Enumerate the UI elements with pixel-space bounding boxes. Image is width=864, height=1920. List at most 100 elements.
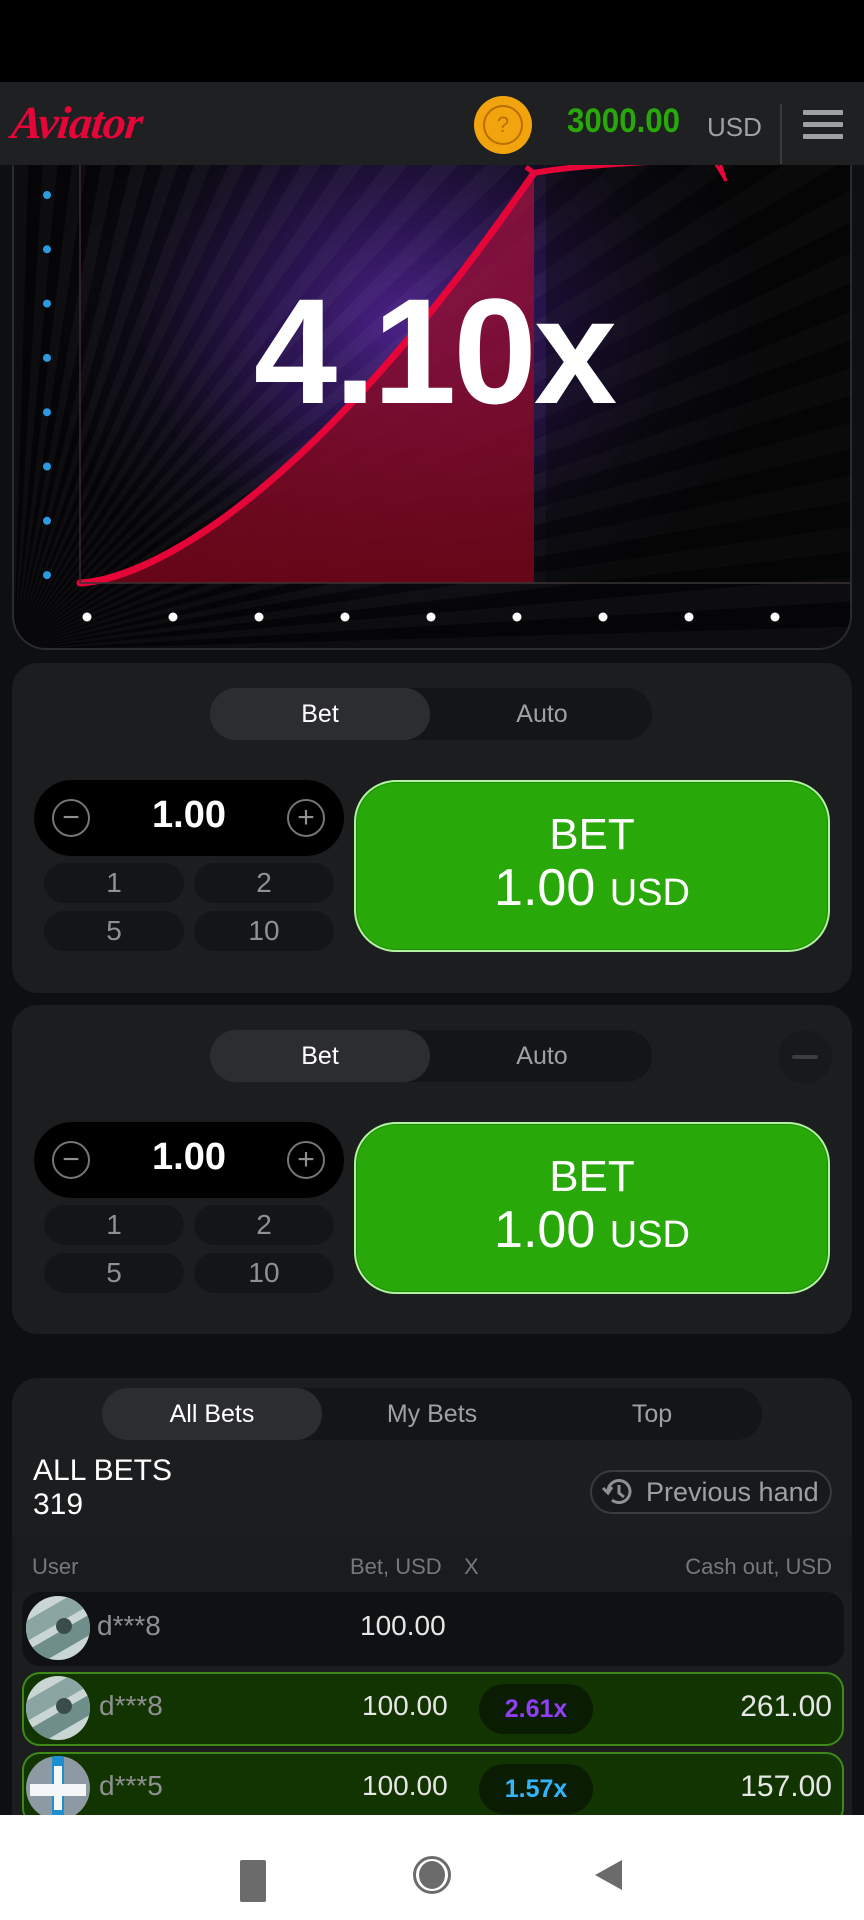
bets-tabs: All Bets My Bets Top	[102, 1388, 762, 1440]
game-area: 4.10x	[0, 165, 864, 650]
tab-auto[interactable]: Auto	[432, 1030, 652, 1082]
bet-button-amount: 1.00	[494, 858, 596, 917]
y-axis-dot	[43, 462, 51, 471]
back-button[interactable]	[595, 1860, 622, 1890]
increase-amount-button[interactable]: +	[287, 799, 325, 837]
current-multiplier: 4.10x	[253, 267, 617, 435]
game-canvas: 4.10x	[12, 165, 852, 650]
plus-icon: +	[297, 801, 315, 834]
status-bar	[0, 0, 864, 82]
avatar	[26, 1596, 90, 1660]
y-axis-dot	[43, 191, 51, 199]
home-icon	[419, 1861, 445, 1889]
x-axis-dot	[426, 612, 436, 622]
x-axis-dot	[512, 612, 522, 622]
quick-amount-2[interactable]: 2	[194, 863, 334, 903]
bet-user: d***8	[97, 1610, 161, 1641]
android-nav-bar	[0, 1815, 864, 1920]
bet-button-label: BET	[549, 809, 635, 859]
header-divider	[780, 104, 782, 164]
quick-amount-5[interactable]: 5	[44, 1253, 184, 1293]
bet-panel-1: Bet Auto − 1.00 + 1 2 5 10 BET 1.00 USD	[12, 663, 852, 993]
tab-auto[interactable]: Auto	[432, 688, 652, 740]
previous-hand-button[interactable]: Previous hand	[590, 1470, 832, 1514]
place-bet-button[interactable]: BET 1.00 USD	[354, 780, 830, 952]
col-user: User	[32, 1554, 79, 1579]
quick-amount-1[interactable]: 1	[44, 1205, 184, 1245]
remove-panel-button[interactable]	[778, 1030, 832, 1084]
cashout-multiplier-badge: 2.61x	[479, 1684, 593, 1734]
minus-icon: −	[62, 1143, 80, 1176]
bets-table-header: User Bet, USD X Cash out, USD	[12, 1536, 852, 1592]
x-axis-dot	[254, 612, 264, 622]
bet-mode-tabs: Bet Auto	[210, 688, 652, 740]
balance-currency: USD	[707, 112, 762, 142]
history-icon	[601, 1479, 632, 1504]
balance-amount: 3000.00	[567, 102, 681, 140]
aviator-logo: Aviator	[9, 97, 145, 148]
bet-row: d***8 100.00 2.61x 261.00	[22, 1672, 844, 1746]
minus-icon	[792, 1055, 818, 1059]
tab-top[interactable]: Top	[542, 1388, 762, 1440]
y-axis-dot	[43, 516, 51, 525]
quick-amount-10[interactable]: 10	[194, 1253, 334, 1293]
x-axis-dot	[684, 612, 694, 622]
all-bets-title: ALL BETS	[33, 1454, 172, 1487]
decrease-amount-button[interactable]: −	[52, 799, 90, 837]
bet-row: d***5 100.00 1.57x 157.00	[22, 1752, 844, 1815]
quick-amount-5[interactable]: 5	[44, 911, 184, 951]
bet-amount: 100.00	[362, 1770, 448, 1801]
x-axis-dot	[168, 612, 178, 622]
increase-amount-button[interactable]: +	[287, 1141, 325, 1179]
bet-row: d***8 100.00	[22, 1592, 844, 1666]
quick-amount-2[interactable]: 2	[194, 1205, 334, 1245]
hamburger-menu-icon[interactable]	[803, 110, 843, 140]
all-bets-count: 319	[33, 1488, 84, 1521]
y-axis-dot	[43, 571, 51, 580]
avatar	[26, 1756, 90, 1815]
tab-all-bets[interactable]: All Bets	[102, 1388, 322, 1440]
quick-amount-1[interactable]: 1	[44, 863, 184, 903]
help-coin-button[interactable]: ?	[474, 96, 532, 154]
bet-button-currency: USD	[609, 1213, 690, 1256]
decrease-amount-button[interactable]: −	[52, 1141, 90, 1179]
bet-amount-stepper: − 1.00 +	[34, 1122, 344, 1198]
bet-mode-tabs: Bet Auto	[210, 1030, 652, 1082]
quick-amount-10[interactable]: 10	[194, 911, 334, 951]
question-icon: ?	[483, 105, 523, 145]
avatar	[26, 1676, 90, 1740]
tab-bet[interactable]: Bet	[210, 688, 430, 740]
bets-panel: All Bets My Bets Top ALL BETS 319 Previo…	[12, 1378, 852, 1815]
col-cashout: Cash out, USD	[685, 1554, 832, 1579]
bet-button-currency: USD	[609, 871, 690, 914]
place-bet-button[interactable]: BET 1.00 USD	[354, 1122, 830, 1294]
col-bet: Bet, USD	[350, 1554, 442, 1579]
minus-icon: −	[62, 801, 80, 834]
cashout-amount: 261.00	[740, 1690, 832, 1723]
y-axis-dot	[43, 245, 51, 254]
cashout-multiplier-badge: 1.57x	[479, 1764, 593, 1814]
x-axis-dot	[770, 612, 780, 622]
bet-amount: 100.00	[362, 1690, 448, 1721]
bet-user: d***8	[99, 1690, 163, 1721]
app-header: Aviator ? 3000.00 USD	[0, 82, 864, 165]
home-button[interactable]	[413, 1856, 451, 1894]
bet-panel-2: Bet Auto − 1.00 + 1 2 5 10 BET 1.00 USD	[12, 1005, 852, 1334]
bet-amount-input[interactable]: 1.00	[114, 1136, 264, 1179]
bet-amount-input[interactable]: 1.00	[114, 794, 264, 837]
x-axis-dot	[340, 612, 350, 622]
x-axis-dot	[598, 612, 608, 622]
previous-hand-label: Previous hand	[646, 1476, 819, 1507]
x-axis-dot	[82, 612, 92, 622]
bet-button-label: BET	[549, 1151, 635, 1201]
bet-button-amount: 1.00	[494, 1200, 596, 1259]
bet-amount-stepper: − 1.00 +	[34, 780, 344, 856]
plus-icon: +	[297, 1143, 315, 1176]
bet-user: d***5	[99, 1770, 163, 1801]
tab-my-bets[interactable]: My Bets	[322, 1388, 542, 1440]
cashout-amount: 157.00	[740, 1770, 832, 1803]
col-multiplier: X	[464, 1554, 479, 1579]
recents-button[interactable]	[240, 1860, 266, 1902]
bet-amount: 100.00	[360, 1610, 446, 1641]
tab-bet[interactable]: Bet	[210, 1030, 430, 1082]
